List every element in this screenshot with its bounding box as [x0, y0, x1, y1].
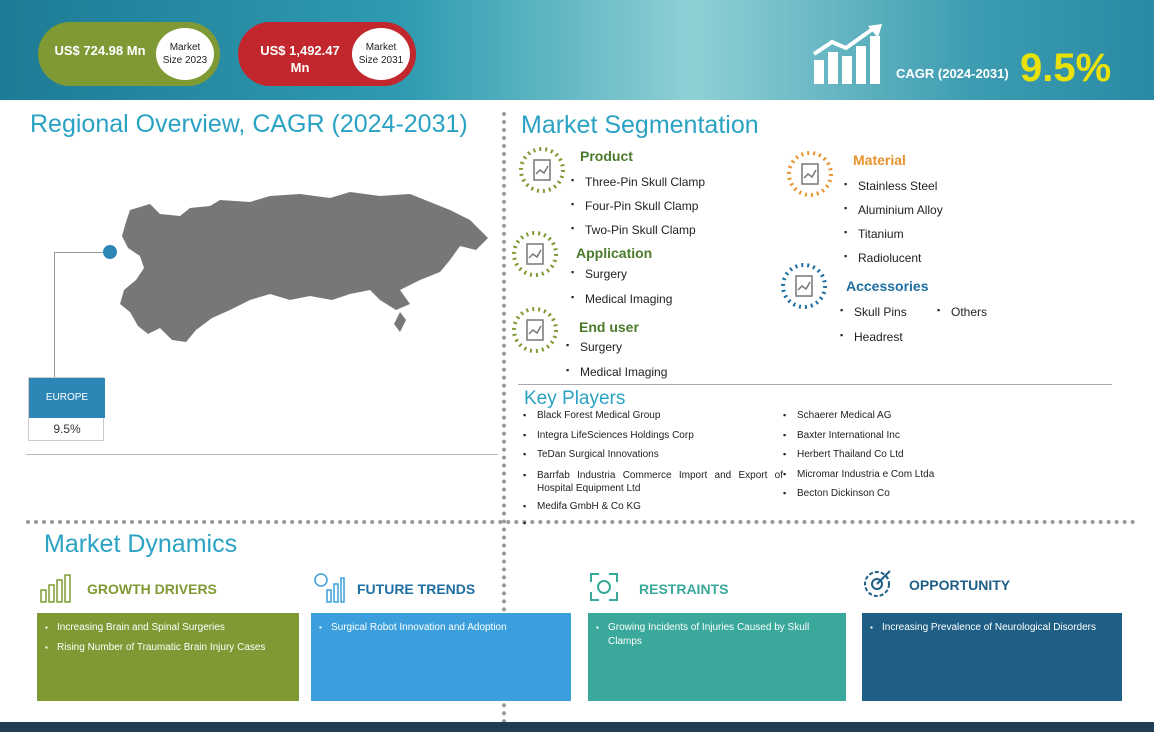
accessories-heading: Accessories — [846, 278, 929, 294]
material-icon — [786, 150, 834, 198]
market-size-2023-value: US$ 724.98 Mn — [54, 43, 146, 58]
key-player: Baxter International Inc — [783, 430, 900, 441]
europe-connector-line — [54, 252, 110, 378]
europe-label: EUROPE — [29, 378, 105, 418]
opportunity-icon — [864, 570, 891, 597]
key-player: Herbert Thailand Co Ltd — [783, 449, 903, 460]
market-size-2023-label: Market Size 2023 — [156, 28, 214, 80]
key-players-separator — [518, 384, 1112, 385]
product-heading: Product — [580, 148, 633, 164]
header-banner: US$ 724.98 Mn Market Size 2023 US$ 1,492… — [0, 0, 1154, 100]
product-item: Two-Pin Skull Clamp — [571, 223, 696, 237]
key-player: Micromar Industria e Com Ltda — [783, 469, 934, 480]
application-item: Medical Imaging — [571, 292, 672, 306]
application-heading: Application — [576, 245, 653, 261]
accessories-item: Headrest — [840, 330, 903, 344]
europe-cagr-value: 9.5% — [53, 422, 81, 436]
market-segmentation-title: Market Segmentation — [521, 111, 759, 139]
market-size-2023-pill: US$ 724.98 Mn Market Size 2023 — [38, 22, 220, 86]
market-size-2031-value: US$ 1,492.47 Mn — [260, 43, 340, 75]
future-trends-icon — [314, 573, 345, 603]
growth-driver-item: Rising Number of Traumatic Brain Injury … — [45, 641, 291, 655]
restraints-heading: RESTRAINTS — [639, 581, 729, 597]
end-user-icon — [511, 306, 558, 353]
europe-callout: EUROPE 9.5% — [28, 377, 105, 441]
restraints-card: Growing Incidents of Injuries Caused by … — [588, 613, 846, 701]
key-player: Schaerer Medical AG — [783, 410, 891, 421]
accessories-item: Skull Pins — [840, 305, 907, 319]
growth-driver-item: Increasing Brain and Spinal Surgeries — [45, 621, 291, 635]
cagr-value: 9.5% — [1020, 46, 1112, 90]
market-size-2031-label: Market Size 2031 — [352, 28, 410, 80]
product-item: Three-Pin Skull Clamp — [571, 175, 705, 189]
regional-separator — [26, 454, 498, 455]
end-user-heading: End user — [579, 319, 639, 335]
market-dynamics-title: Market Dynamics — [44, 530, 238, 558]
future-trends-card: Surgical Robot Innovation and Adoption — [311, 613, 571, 701]
footer-bar — [0, 722, 1154, 732]
material-item: Radiolucent — [844, 251, 921, 265]
regional-overview-title: Regional Overview, CAGR (2024-2031) — [30, 110, 468, 138]
accessories-item: Others — [937, 305, 987, 319]
material-item: Titanium — [844, 227, 903, 241]
growth-chart-icon — [812, 24, 882, 84]
application-icon — [511, 230, 558, 277]
key-player: Black Forest Medical Group — [523, 410, 660, 421]
growth-drivers-heading: GROWTH DRIVERS — [87, 581, 217, 597]
opportunity-item: Increasing Prevalence of Neurological Di… — [870, 621, 1114, 635]
application-item: Surgery — [571, 267, 627, 281]
key-player: Medifa GmbH & Co KG — [523, 501, 641, 512]
restraint-item: Growing Incidents of Injuries Caused by … — [596, 621, 838, 649]
material-item: Stainless Steel — [844, 179, 937, 193]
future-trends-heading: FUTURE TRENDS — [357, 581, 476, 597]
restraints-icon — [590, 573, 618, 601]
product-icon — [518, 146, 566, 194]
market-size-2031-pill: US$ 1,492.47 Mn Market Size 2031 — [238, 22, 416, 86]
end-user-item: Surgery — [566, 340, 622, 354]
region-map — [120, 192, 488, 342]
growth-drivers-icon — [40, 574, 71, 603]
future-trend-item: Surgical Robot Innovation and Adoption — [319, 621, 563, 635]
product-item: Four-Pin Skull Clamp — [571, 199, 698, 213]
accessories-icon — [780, 262, 828, 310]
opportunity-heading: OPPORTUNITY — [909, 577, 1011, 593]
key-player: Barrfab Industria Commerce Import and Ex… — [523, 469, 783, 495]
europe-marker — [103, 245, 117, 259]
cagr-label: CAGR (2024-2031) — [896, 66, 1009, 81]
material-item: Aluminium Alloy — [844, 203, 943, 217]
key-players-title: Key Players — [524, 388, 626, 409]
growth-drivers-card: Increasing Brain and Spinal Surgeries Ri… — [37, 613, 299, 701]
opportunity-card: Increasing Prevalence of Neurological Di… — [862, 613, 1122, 701]
key-player: Integra LifeSciences Holdings Corp — [523, 430, 694, 441]
material-heading: Material — [853, 152, 906, 168]
horizontal-divider — [26, 520, 1136, 524]
key-player: TeDan Surgical Innovations — [523, 449, 659, 460]
end-user-item: Medical Imaging — [566, 365, 667, 379]
key-player: Becton Dickinson Co — [783, 488, 890, 499]
